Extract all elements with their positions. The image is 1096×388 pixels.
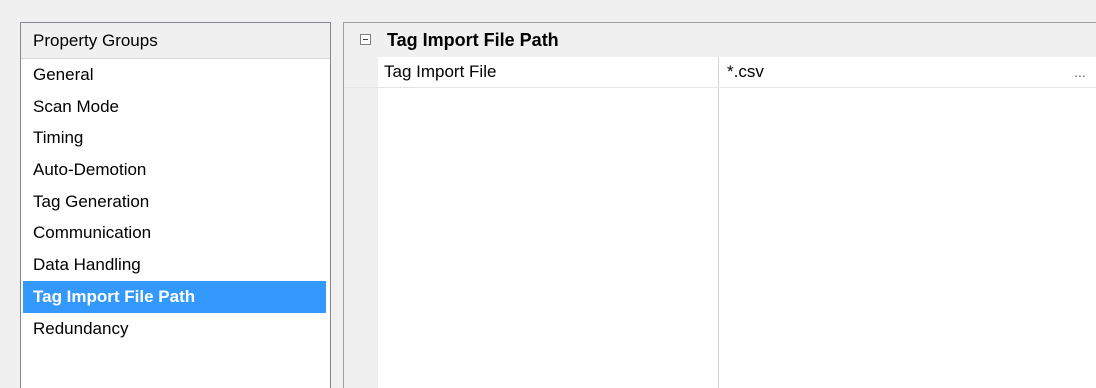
group-item-timing[interactable]: Timing — [23, 122, 326, 154]
group-item-auto-demotion[interactable]: Auto-Demotion — [23, 154, 326, 186]
section-header[interactable]: Tag Import File Path — [344, 23, 1096, 57]
property-value-field[interactable]: *.csv — [727, 57, 764, 87]
group-item-redundancy[interactable]: Redundancy — [23, 313, 326, 345]
property-row-tag-import-file[interactable]: Tag Import File *.csv ... — [344, 57, 1096, 88]
property-groups-header: Property Groups — [21, 23, 330, 59]
browse-button[interactable]: ... — [1068, 61, 1092, 83]
group-item-data-handling[interactable]: Data Handling — [23, 249, 326, 281]
property-dialog: Property Groups General Scan Mode Timing… — [0, 0, 1096, 388]
minus-box-icon[interactable] — [360, 34, 371, 45]
property-name: Tag Import File — [384, 62, 497, 81]
group-item-scan-mode[interactable]: Scan Mode — [23, 91, 326, 123]
property-groups-list: General Scan Mode Timing Auto-Demotion T… — [21, 59, 330, 344]
property-grid: Tag Import File Path Tag Import File *.c… — [343, 22, 1096, 388]
group-item-tag-generation[interactable]: Tag Generation — [23, 186, 326, 218]
group-item-general[interactable]: General — [23, 59, 326, 91]
column-divider[interactable] — [718, 57, 719, 388]
section-title: Tag Import File Path — [387, 30, 559, 50]
group-item-tag-import-file-path[interactable]: Tag Import File Path — [23, 280, 326, 313]
group-item-communication[interactable]: Communication — [23, 217, 326, 249]
property-groups-panel: Property Groups General Scan Mode Timing… — [20, 22, 331, 388]
grid-gutter — [344, 57, 378, 388]
